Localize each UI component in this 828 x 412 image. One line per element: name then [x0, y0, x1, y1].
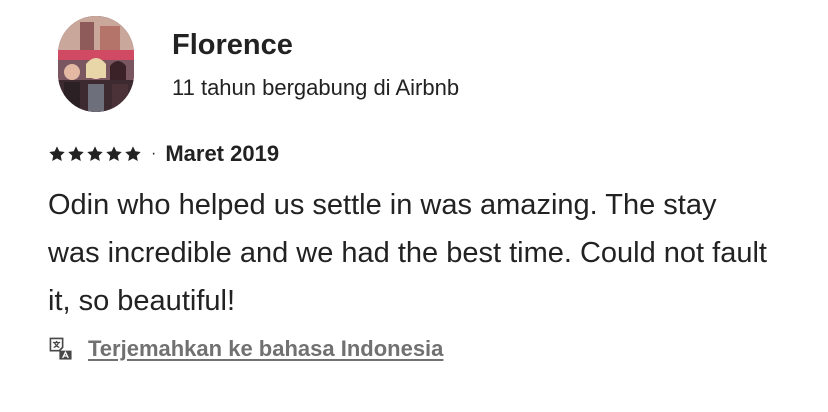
star-icon: [125, 146, 141, 162]
reviewer-avatar[interactable]: [58, 16, 134, 112]
review-card: Florence 11 tahun bergabung di Airbnb · …: [0, 0, 828, 412]
separator-dot: ·: [151, 145, 157, 162]
star-icon: [87, 146, 103, 162]
member-since: 11 tahun bergabung di Airbnb: [172, 75, 460, 100]
star-icon: [68, 146, 84, 162]
rating-row: · Maret 2019: [48, 139, 279, 169]
review-date: Maret 2019: [165, 141, 280, 166]
star-rating: [48, 145, 142, 163]
star-icon: [106, 146, 122, 162]
review-text: Odin who helped us settle in was amazing…: [48, 189, 767, 317]
translate-row: Terjemahkan ke bahasa Indonesia: [48, 336, 443, 362]
star-icon: [49, 146, 65, 162]
reviewer-name: Florence: [172, 29, 293, 61]
translate-link[interactable]: Terjemahkan ke bahasa Indonesia: [88, 336, 443, 362]
translate-icon: [49, 337, 72, 360]
reviewer-photo-icon: [58, 16, 134, 112]
